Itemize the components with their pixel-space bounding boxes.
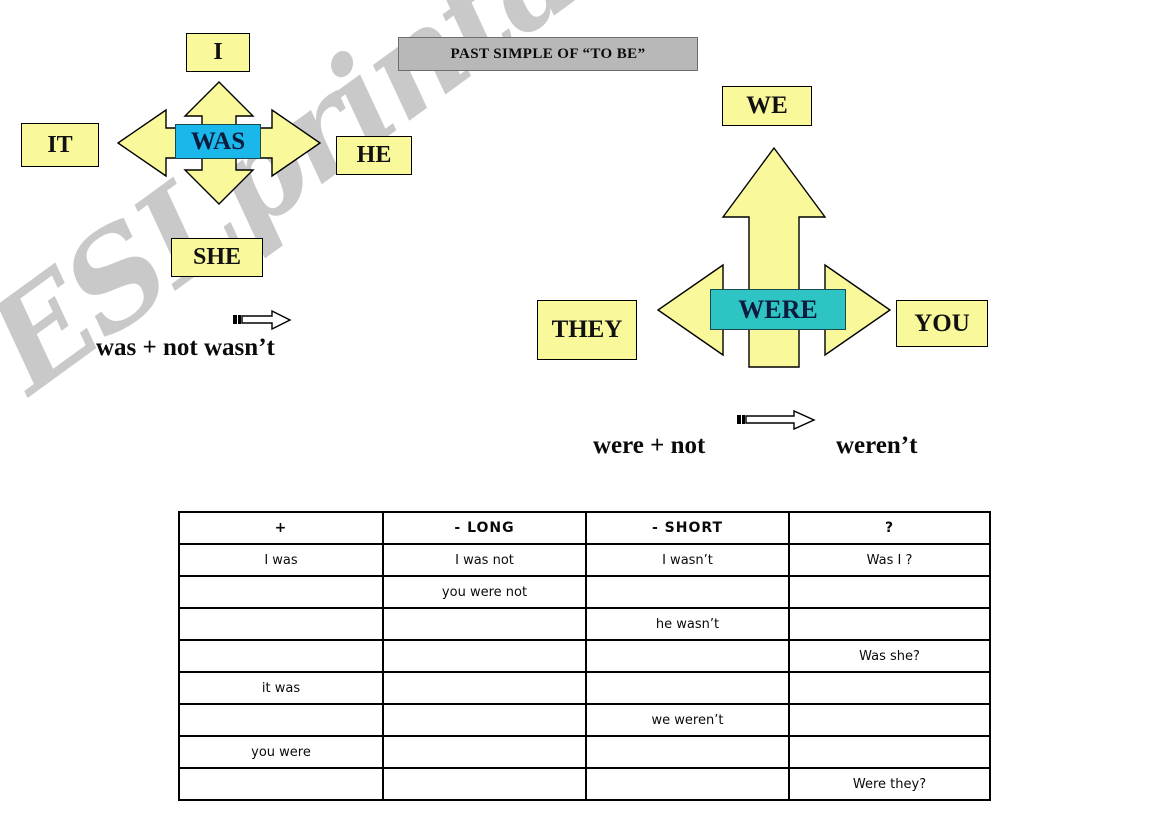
table-cell[interactable] bbox=[382, 735, 587, 769]
table-cell[interactable]: we weren’t bbox=[585, 703, 790, 737]
pronoun-box-he: HE bbox=[336, 136, 412, 175]
was-negative-rule: was + not wasn’t bbox=[96, 334, 275, 361]
table-cell[interactable] bbox=[178, 607, 384, 641]
table-header-row: + - LONG - SHORT ? bbox=[178, 511, 991, 545]
worksheet-page: ESLprintables.com PAST SIMPLE OF “TO BE”… bbox=[0, 0, 1169, 821]
were-verb-label: WERE bbox=[738, 294, 818, 324]
table-cell[interactable]: Were they? bbox=[788, 767, 991, 801]
table-cell[interactable] bbox=[382, 607, 587, 641]
were-negative-rule-right: weren’t bbox=[836, 432, 918, 459]
table-cell[interactable] bbox=[382, 671, 587, 705]
pronoun-label-they: THEY bbox=[551, 316, 623, 343]
table-cell[interactable] bbox=[788, 607, 991, 641]
table-cell[interactable]: you were bbox=[178, 735, 384, 769]
pronoun-box-it: IT bbox=[21, 123, 99, 167]
table-row: you were bbox=[178, 735, 991, 769]
table-header-question: ? bbox=[788, 511, 991, 545]
table-row: Were they? bbox=[178, 767, 991, 801]
table-cell[interactable] bbox=[585, 767, 790, 801]
pronoun-label-i: I bbox=[213, 39, 223, 65]
table-cell[interactable] bbox=[788, 575, 991, 609]
pronoun-box-i: I bbox=[186, 33, 250, 72]
table-row: we weren’t bbox=[178, 703, 991, 737]
table-cell[interactable] bbox=[585, 671, 790, 705]
pronoun-label-she: SHE bbox=[192, 244, 242, 270]
table-cell[interactable] bbox=[382, 703, 587, 737]
was-verb-chip: WAS bbox=[175, 124, 261, 159]
table-cell[interactable]: I was not bbox=[382, 543, 587, 577]
table-header-affirmative: + bbox=[178, 511, 384, 545]
pronoun-label-it: IT bbox=[47, 131, 73, 158]
were-three-way-arrow bbox=[656, 146, 892, 368]
table-header-negative-short: - SHORT bbox=[585, 511, 790, 545]
was-rule-arrow-icon bbox=[233, 309, 292, 331]
table-cell[interactable] bbox=[585, 735, 790, 769]
pronoun-label-he: HE bbox=[356, 142, 392, 168]
table-cell[interactable] bbox=[788, 671, 991, 705]
pronoun-label-you: YOU bbox=[914, 309, 970, 337]
were-verb-chip: WERE bbox=[710, 289, 846, 330]
table-row: I was I was not I wasn’t Was I ? bbox=[178, 543, 991, 577]
pronoun-label-we: WE bbox=[746, 92, 788, 119]
page-title: PAST SIMPLE OF “TO BE” bbox=[398, 37, 698, 71]
pronoun-box-they: THEY bbox=[537, 300, 637, 360]
table-cell[interactable]: I was bbox=[178, 543, 384, 577]
table-cell[interactable] bbox=[178, 639, 384, 673]
pronoun-box-you: YOU bbox=[896, 300, 988, 347]
table-cell[interactable] bbox=[178, 703, 384, 737]
table-cell[interactable] bbox=[382, 767, 587, 801]
were-rule-arrow-icon bbox=[737, 409, 816, 431]
conjugation-table-body: + - LONG - SHORT ? I was I was not I was… bbox=[178, 511, 991, 801]
table-cell[interactable] bbox=[585, 575, 790, 609]
table-cell[interactable]: I wasn’t bbox=[585, 543, 790, 577]
table-cell[interactable]: you were not bbox=[382, 575, 587, 609]
table-row: it was bbox=[178, 671, 991, 705]
pronoun-box-she: SHE bbox=[171, 238, 263, 277]
table-cell[interactable] bbox=[178, 575, 384, 609]
table-cell[interactable] bbox=[585, 639, 790, 673]
table-header-negative-long: - LONG bbox=[382, 511, 587, 545]
table-cell[interactable] bbox=[382, 639, 587, 673]
table-cell[interactable] bbox=[788, 703, 991, 737]
table-row: he wasn’t bbox=[178, 607, 991, 641]
were-negative-rule-left: were + not bbox=[593, 432, 706, 459]
table-row: you were not bbox=[178, 575, 991, 609]
table-cell[interactable]: he wasn’t bbox=[585, 607, 790, 641]
table-cell[interactable] bbox=[788, 735, 991, 769]
table-row: Was she? bbox=[178, 639, 991, 673]
conjugation-table: + - LONG - SHORT ? I was I was not I was… bbox=[178, 511, 991, 801]
table-cell[interactable] bbox=[178, 767, 384, 801]
table-cell[interactable]: it was bbox=[178, 671, 384, 705]
table-cell[interactable]: Was I ? bbox=[788, 543, 991, 577]
was-verb-label: WAS bbox=[190, 127, 246, 155]
pronoun-box-we: WE bbox=[722, 86, 812, 126]
table-cell[interactable]: Was she? bbox=[788, 639, 991, 673]
